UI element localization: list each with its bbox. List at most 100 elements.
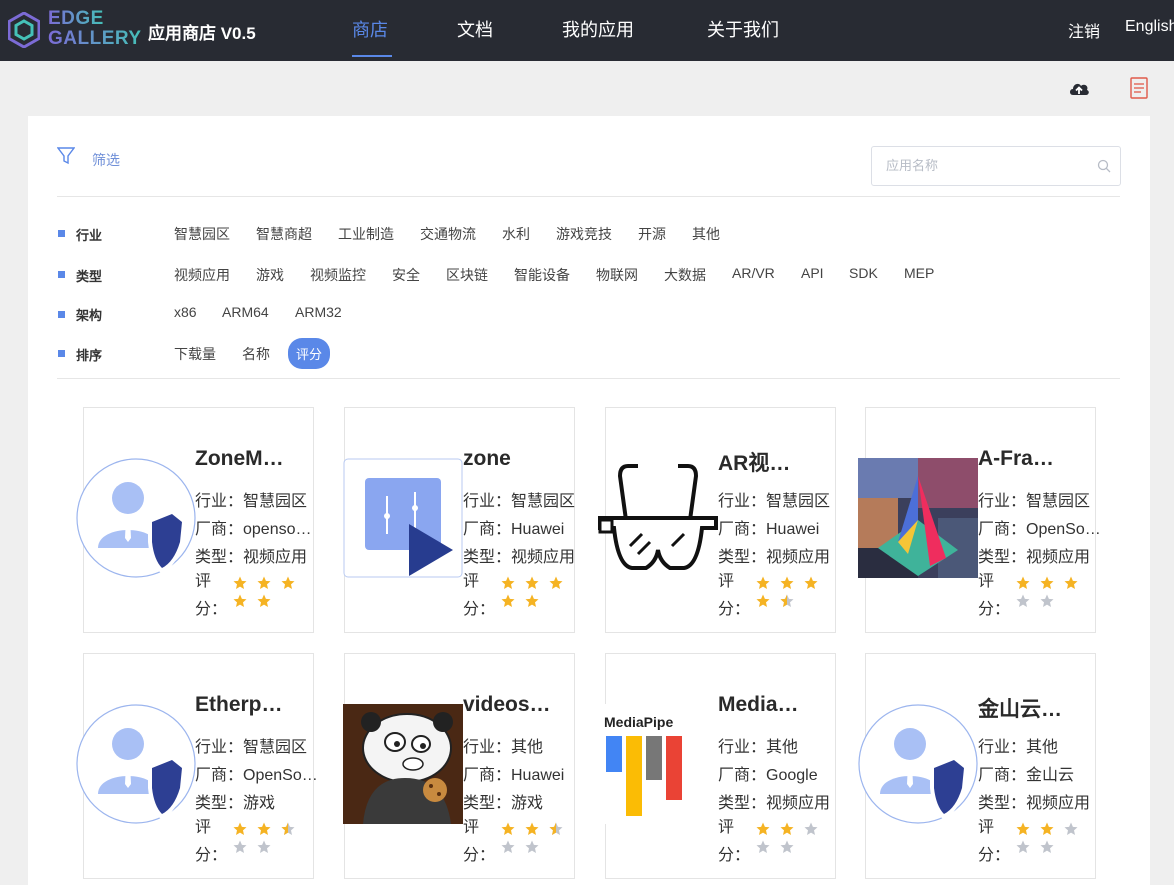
app-card-vendor: 厂商：Huawei (718, 521, 820, 538)
edgegallery-logo[interactable]: EDGE GALLERY (8, 9, 141, 51)
filter-option[interactable]: 大数据 (664, 265, 706, 285)
app-card-rating-label: 评分： (463, 819, 496, 864)
app-card-title[interactable]: videos… (463, 693, 580, 717)
filter-option[interactable]: 智慧商超 (256, 224, 312, 244)
row-bullet (58, 271, 65, 278)
rating-star-icon (525, 821, 539, 835)
filter-divider-bottom (57, 378, 1120, 379)
rating-star-icon (1040, 575, 1054, 589)
filter-option[interactable]: 交通物流 (420, 224, 476, 244)
filter-option[interactable]: 视频应用 (174, 265, 230, 285)
app-card-image[interactable] (343, 704, 463, 824)
filter-option[interactable]: 安全 (392, 265, 420, 285)
rating-star-icon (1040, 839, 1054, 853)
app-card-image[interactable] (858, 458, 978, 578)
filter-option[interactable]: 水利 (502, 224, 530, 244)
logo-text-gallery: GALLERY (48, 28, 142, 49)
app-card-title[interactable]: Etherp… (195, 693, 319, 717)
filter-option[interactable]: MEP (904, 265, 934, 281)
app-card-type: 类型：视频应用 (718, 549, 831, 566)
filter-funnel-icon[interactable] (57, 147, 75, 165)
rating-star-icon (780, 839, 794, 853)
app-card-image[interactable] (76, 704, 196, 824)
rating-star-icon (756, 575, 770, 589)
filter-option[interactable]: 物联网 (596, 265, 638, 285)
nav-docs[interactable]: 文档 (457, 16, 493, 42)
app-card-title[interactable]: A-Fra… (978, 447, 1101, 471)
filter-option[interactable]: 开源 (638, 224, 666, 244)
app-card-title[interactable]: zone (463, 447, 580, 471)
app-card-title[interactable]: AR视… (718, 447, 841, 477)
app-card-type: 类型：视频应用 (978, 549, 1091, 566)
filter-option[interactable]: 工业制造 (338, 224, 394, 244)
app-card-industry: 行业：智慧园区 (978, 493, 1091, 510)
app-card-image[interactable] (598, 458, 718, 578)
app-search-box[interactable] (871, 146, 1121, 186)
rating-star-icon (233, 593, 247, 607)
upload-cloud-icon[interactable] (1068, 79, 1090, 99)
app-card-type: 类型：视频应用 (463, 549, 576, 566)
filter-row-label-sort: 排序 (76, 348, 103, 363)
app-card-vendor: 厂商：Google (718, 767, 818, 784)
app-card-industry: 行业：其他 (978, 739, 1059, 756)
app-card-vendor: 厂商：opensou… (195, 521, 319, 538)
filter-option[interactable]: 其他 (692, 224, 720, 244)
filter-row-label-type: 类型 (76, 269, 103, 284)
filter-option[interactable]: 智慧园区 (174, 224, 230, 244)
app-card-title[interactable]: Media… (718, 693, 841, 717)
logo-hexagon-icon (8, 12, 40, 48)
rating-star-icon (1016, 821, 1030, 835)
app-card-vendor: 厂商：Huawei (463, 767, 565, 784)
filter-option[interactable]: ARM64 (222, 304, 269, 320)
app-card-title[interactable]: 金山云… (978, 693, 1101, 723)
rating-star-icon (501, 593, 515, 607)
rating-star-icon (1016, 593, 1030, 607)
filter-option[interactable]: x86 (174, 304, 197, 320)
app-card-title[interactable]: ZoneM… (195, 447, 319, 471)
filter-option[interactable]: ARM32 (295, 304, 342, 320)
app-card-image[interactable]: MediaPipe (598, 704, 718, 824)
app-card-type: 类型：游戏 (195, 795, 276, 812)
rating-star-icon (756, 593, 770, 607)
filter-option[interactable]: 区块链 (446, 265, 488, 285)
rating-star-icon (257, 575, 271, 589)
app-card-vendor: 厂商：Huawei (463, 521, 565, 538)
rating-star-icon (1064, 821, 1078, 835)
app-card-vendor: 厂商：OpenSo… (195, 767, 318, 784)
app-card-image[interactable] (76, 458, 196, 578)
rating-star-icon (804, 821, 818, 835)
nav-my-apps[interactable]: 我的应用 (562, 16, 634, 42)
nav-store[interactable]: 商店 (352, 16, 388, 42)
app-card-image[interactable] (858, 704, 978, 824)
aframe-logo (858, 458, 978, 578)
row-bullet (58, 230, 65, 237)
logout-link[interactable]: 注销 (1068, 18, 1100, 42)
filter-option[interactable]: API (801, 265, 824, 281)
app-card-industry: 行业：智慧园区 (195, 739, 308, 756)
language-switch[interactable]: English (1125, 18, 1174, 36)
search-input[interactable] (886, 147, 1096, 183)
document-icon[interactable] (1130, 77, 1148, 99)
sort-option-name[interactable]: 名称 (242, 344, 270, 364)
sort-option-downloads[interactable]: 下载量 (174, 344, 216, 364)
filter-label[interactable]: 筛选 (92, 150, 120, 170)
filter-option[interactable]: 智能设备 (514, 265, 570, 285)
filter-option[interactable]: 游戏竞技 (556, 224, 612, 244)
app-card-image[interactable] (343, 458, 463, 578)
filter-option[interactable]: SDK (849, 265, 878, 281)
sort-option-rating[interactable]: 评分 (288, 338, 331, 369)
default-avatar-icon (858, 704, 978, 824)
filter-option[interactable]: AR/VR (732, 265, 775, 281)
rating-star-icon (501, 839, 515, 853)
rating-star-icon (525, 593, 539, 607)
search-icon[interactable] (1097, 159, 1111, 173)
filter-row-label-arch: 架构 (76, 308, 103, 323)
app-card-industry: 行业：其他 (718, 739, 799, 756)
filter-option[interactable]: 游戏 (256, 265, 284, 285)
panda-bear-image (343, 704, 463, 824)
nav-about-us[interactable]: 关于我们 (707, 16, 779, 42)
app-card-type: 类型：视频应用 (978, 795, 1091, 812)
app-card-rating-label: 评分： (718, 573, 751, 618)
filter-option[interactable]: 视频监控 (310, 265, 366, 285)
rating-star-icon (257, 593, 271, 607)
